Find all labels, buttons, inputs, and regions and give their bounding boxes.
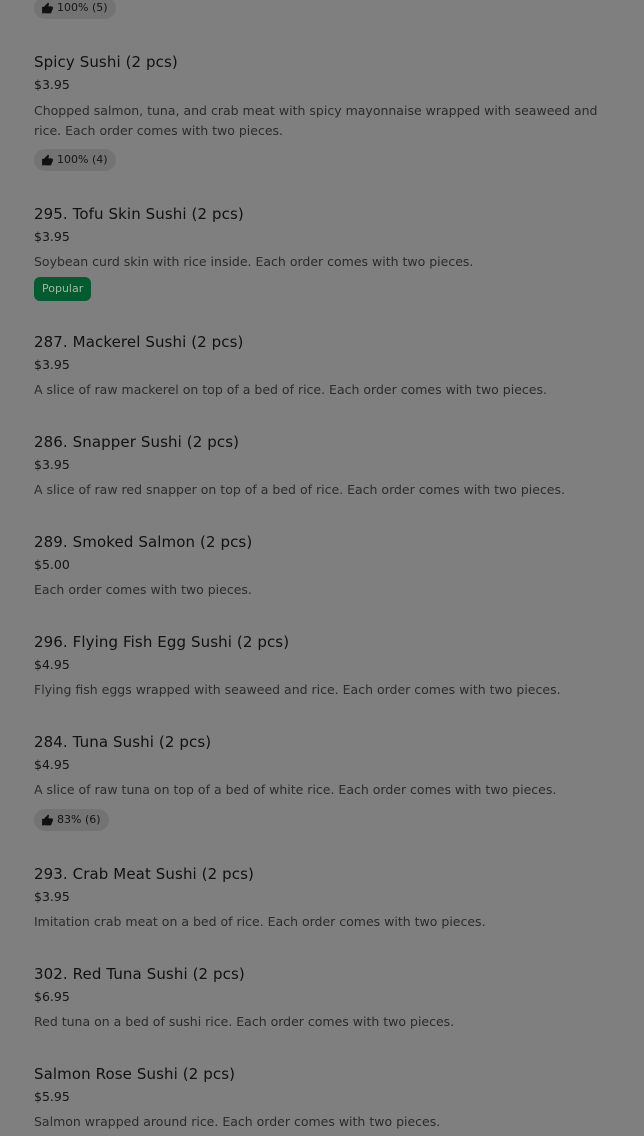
menu-item[interactable]: 100% (5) [34,0,614,22]
item-price: $3.95 [34,77,70,92]
rating-text: 100% (5) [57,1,108,14]
menu-item[interactable]: Spicy Sushi (2 pcs) $3.95 Chopped salmon… [34,52,614,174]
item-description: A slice of raw mackerel on top of a bed … [34,382,547,397]
item-name: 286. Snapper Sushi (2 pcs) [34,433,240,451]
item-name: 293. Crab Meat Sushi (2 pcs) [34,865,254,883]
thumbs-up-icon [42,814,53,825]
item-price: $4.95 [34,757,70,772]
item-description: A slice of raw red snapper on top of a b… [34,482,565,497]
item-name: 287. Mackerel Sushi (2 pcs) [34,333,244,351]
item-description: Chopped salmon, tuna, and crab meat with… [34,103,598,138]
item-description: Soybean curd skin with rice inside. Each… [34,254,474,269]
rating-text: 83% (6) [57,813,101,826]
item-name: 289. Smoked Salmon (2 pcs) [34,533,253,551]
item-description: Salmon wrapped around rice. Each order c… [34,1114,441,1129]
menu-item[interactable]: 302. Red Tuna Sushi (2 pcs) $6.95 Red tu… [34,964,614,1034]
rating-badge: 100% (5) [34,0,116,19]
menu-item-list: 100% (5) Spicy Sushi (2 pcs) $3.95 Chopp… [0,0,644,1136]
item-description: Each order comes with two pieces. [34,582,252,597]
item-price: $6.95 [34,989,70,1004]
item-description: A slice of raw tuna on top of a bed of w… [34,782,557,797]
menu-item[interactable]: 287. Mackerel Sushi (2 pcs) $3.95 A slic… [34,332,614,402]
item-price: $3.95 [34,889,70,904]
popular-badge: Popular [34,277,92,301]
menu-item[interactable]: 295. Tofu Skin Sushi (2 pcs) $3.95 Soybe… [34,204,614,304]
item-name: 284. Tuna Sushi (2 pcs) [34,733,212,751]
item-price: $5.00 [34,557,70,572]
item-description: Flying fish eggs wrapped with seaweed an… [34,682,561,697]
item-name: 295. Tofu Skin Sushi (2 pcs) [34,205,244,223]
item-price: $3.95 [34,357,70,372]
item-price: $4.95 [34,657,70,672]
item-price: $3.95 [34,457,70,472]
rating-badge: 83% (6) [34,809,109,831]
menu-item[interactable]: 289. Smoked Salmon (2 pcs) $5.00 Each or… [34,532,614,602]
item-price: $5.95 [34,1089,70,1104]
item-name: 302. Red Tuna Sushi (2 pcs) [34,965,245,983]
thumbs-up-icon [42,154,53,165]
item-description: Red tuna on a bed of sushi rice. Each or… [34,1014,455,1029]
item-name: Salmon Rose Sushi (2 pcs) [34,1065,236,1083]
rating-text: 100% (4) [57,153,108,166]
item-name: Spicy Sushi (2 pcs) [34,53,178,71]
menu-item[interactable]: 293. Crab Meat Sushi (2 pcs) $3.95 Imita… [34,864,614,934]
menu-item[interactable]: 296. Flying Fish Egg Sushi (2 pcs) $4.95… [34,632,614,702]
item-description: Imitation crab meat on a bed of rice. Ea… [34,914,486,929]
menu-item[interactable]: 284. Tuna Sushi (2 pcs) $4.95 A slice of… [34,732,614,834]
rating-badge: 100% (4) [34,149,116,171]
menu-item[interactable]: 286. Snapper Sushi (2 pcs) $3.95 A slice… [34,432,614,502]
thumbs-up-icon [42,2,53,13]
menu-item[interactable]: Salmon Rose Sushi (2 pcs) $5.95 Salmon w… [34,1064,614,1134]
item-price: $3.95 [34,229,70,244]
item-name: 296. Flying Fish Egg Sushi (2 pcs) [34,633,290,651]
